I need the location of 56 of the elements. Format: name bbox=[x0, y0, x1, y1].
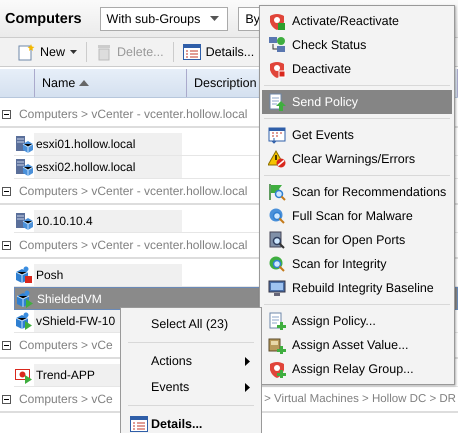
trash-icon bbox=[96, 43, 112, 61]
flag-magnifier-icon bbox=[268, 183, 286, 201]
panel-title: Computers bbox=[5, 10, 82, 26]
computer-name: 10.10.10.4 bbox=[34, 210, 182, 232]
box-plus-icon bbox=[268, 336, 286, 354]
server-icon bbox=[15, 135, 33, 153]
menu-item[interactable]: Details... bbox=[124, 411, 258, 433]
new-document-icon bbox=[17, 43, 35, 61]
group-path: Computers > vCe bbox=[19, 392, 113, 406]
collapse-icon[interactable] bbox=[2, 186, 11, 196]
collapse-icon[interactable] bbox=[2, 394, 11, 404]
submenu-arrow-icon bbox=[245, 356, 250, 366]
menu-item[interactable]: Send Policy bbox=[262, 90, 452, 114]
group-path: Computers > vCenter - vcenter.hollow.local bbox=[19, 238, 248, 252]
computer-name: esxi01.hollow.local bbox=[34, 133, 182, 155]
column-header[interactable]: Name bbox=[35, 69, 187, 97]
group-path: Computers > vCenter - vcenter.hollow.local bbox=[19, 107, 248, 121]
details-icon bbox=[182, 44, 201, 60]
group-path: Computers > vCenter - vcenter.hollow.local bbox=[19, 184, 248, 198]
menu-item[interactable]: Assign Relay Group... bbox=[262, 357, 452, 381]
group-path: Computers > vCe bbox=[19, 338, 113, 352]
menu-item[interactable]: Check Status bbox=[262, 33, 452, 57]
sort-ascending-icon bbox=[79, 80, 90, 86]
menu-item[interactable]: Assign Policy... bbox=[262, 309, 452, 333]
new-button[interactable]: New bbox=[14, 41, 80, 63]
computer-name: ShieldedVM bbox=[36, 290, 103, 308]
filter-dropdown[interactable]: With sub-Groups bbox=[100, 6, 228, 30]
magnifier-icon bbox=[268, 207, 286, 225]
menu-item[interactable]: Activate/Reactivate bbox=[262, 9, 452, 33]
menu-item[interactable]: Assign Asset Value... bbox=[262, 333, 452, 357]
collapse-icon[interactable] bbox=[2, 240, 11, 250]
vm-play-icon bbox=[15, 312, 33, 330]
server-icon bbox=[15, 212, 33, 230]
submenu-arrow-icon bbox=[245, 382, 250, 392]
vm-stop-icon bbox=[15, 266, 33, 284]
collapse-icon[interactable] bbox=[2, 110, 11, 118]
menu-item[interactable]: Scan for Recommendations bbox=[262, 180, 452, 204]
appliance-icon bbox=[15, 366, 33, 384]
menu-item[interactable]: Deactivate bbox=[262, 57, 452, 81]
shield-check-icon bbox=[268, 12, 286, 30]
computer-name: Posh bbox=[34, 264, 182, 286]
warning-icon bbox=[268, 150, 286, 168]
calendar-icon bbox=[268, 126, 286, 144]
details-button[interactable]: Details... bbox=[180, 42, 258, 62]
server-icon bbox=[15, 158, 33, 176]
shield-plus-icon bbox=[268, 360, 286, 378]
group-path: > Virtual Machines > Hollow DC > DR bbox=[264, 393, 456, 405]
computer-name: esxi02.hollow.local bbox=[34, 156, 182, 178]
document-plus-icon bbox=[268, 312, 286, 330]
document-upload-icon bbox=[268, 93, 286, 111]
shield-cross-icon bbox=[268, 60, 286, 78]
caret-icon bbox=[210, 16, 220, 21]
caret-icon bbox=[70, 50, 78, 54]
collapse-icon[interactable] bbox=[2, 340, 11, 350]
monitor-icon bbox=[268, 279, 286, 297]
vm-play-icon bbox=[16, 290, 34, 308]
